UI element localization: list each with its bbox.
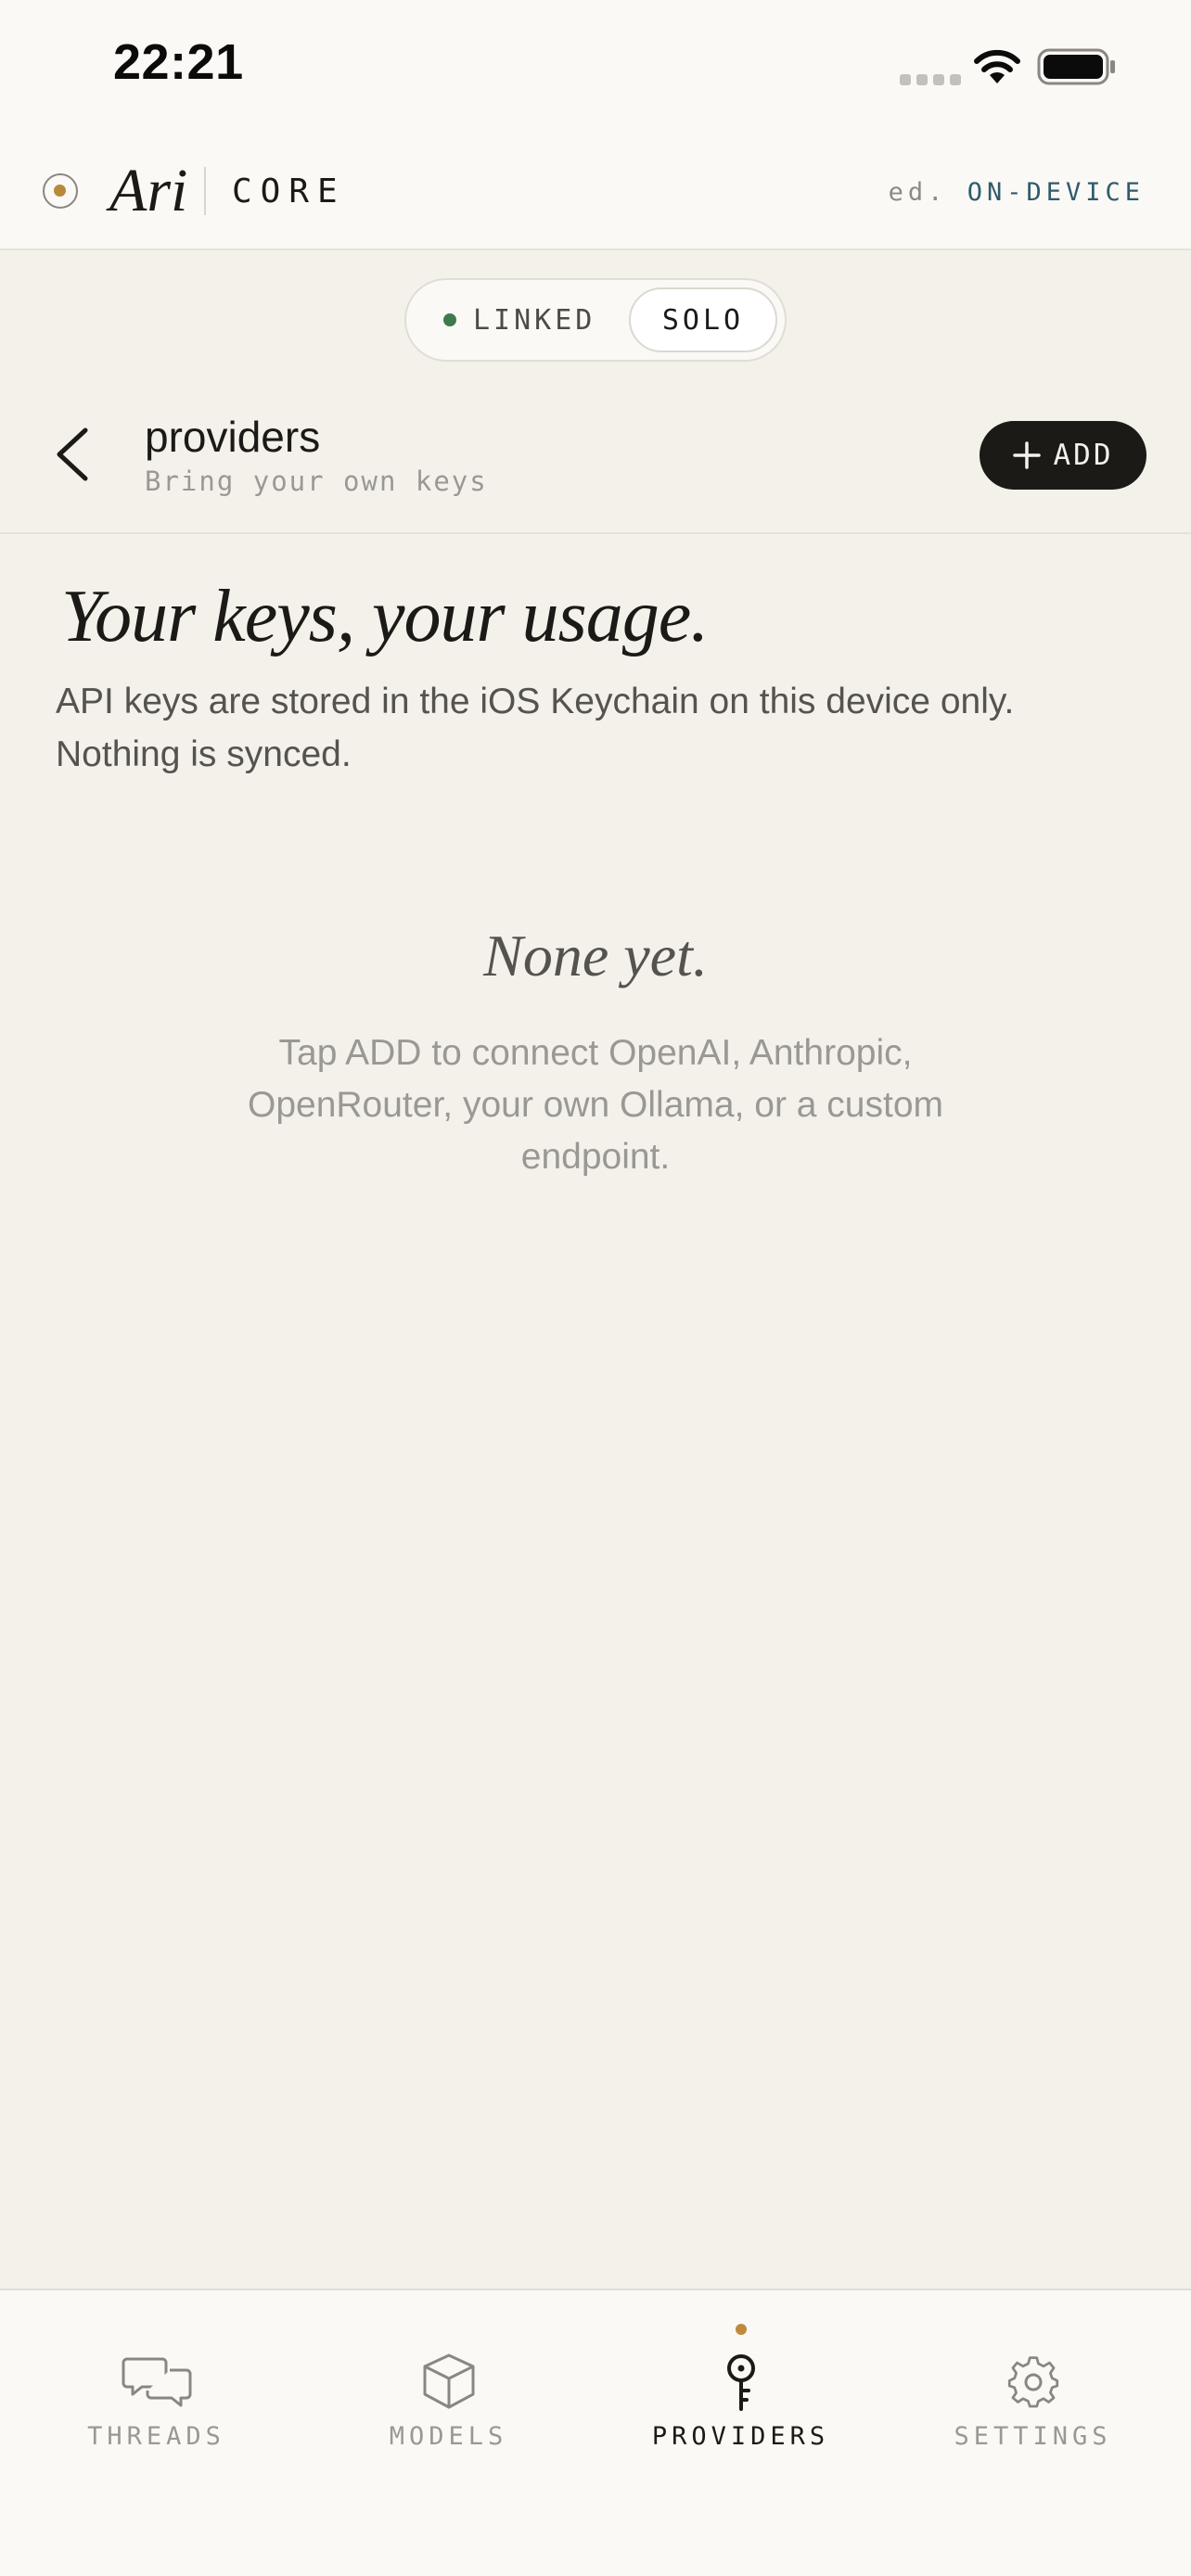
battery-icon: [1037, 48, 1115, 85]
tab-providers[interactable]: PROVIDERS: [592, 2290, 890, 2513]
page-subtitle: Bring your own keys: [145, 465, 488, 497]
divider: [0, 532, 1191, 534]
linked-status-dot-icon: [443, 313, 456, 326]
mode-solo-label: SOLO: [661, 303, 745, 337]
mode-solo-option[interactable]: SOLO: [629, 287, 777, 352]
tab-settings[interactable]: SETTINGS: [884, 2290, 1182, 2513]
active-tab-indicator: [735, 2324, 747, 2335]
key-icon: [726, 2354, 755, 2411]
wifi-icon: [974, 49, 1020, 83]
hero-title: Your keys, your usage.: [61, 576, 709, 657]
add-button-label: ADD: [1053, 439, 1114, 472]
tab-models-label: MODELS: [389, 2422, 508, 2451]
tab-settings-label: SETTINGS: [954, 2422, 1112, 2451]
back-chevron-icon[interactable]: [52, 427, 95, 482]
chat-bubbles-icon: [122, 2357, 191, 2407]
edition-prefix: ed.: [888, 178, 948, 207]
app-header: Ari CORE ed. ON-DEVICE: [0, 139, 1191, 250]
cube-icon: [423, 2353, 474, 2409]
status-time: 22:21: [113, 34, 244, 90]
tab-models[interactable]: MODELS: [300, 2290, 597, 2513]
tab-threads-label: THREADS: [87, 2422, 225, 2451]
edition-value: ON-DEVICE: [967, 178, 1145, 207]
mode-linked-option[interactable]: LINKED: [443, 280, 596, 360]
status-bar: 22:21: [0, 0, 1191, 139]
plus-icon: [1012, 441, 1041, 469]
empty-state-title: None yet.: [483, 923, 708, 988]
gear-icon: [1007, 2356, 1058, 2408]
empty-state-message: Tap ADD to connect OpenAI, Anthropic, Op…: [247, 1033, 943, 1177]
brand-subtitle: CORE: [232, 172, 346, 210]
mode-toggle: LINKED SOLO: [404, 278, 787, 362]
tab-threads[interactable]: THREADS: [7, 2290, 305, 2513]
tab-bar: THREADS MODELS PROVIDERS SETTINGS: [0, 2289, 1191, 2576]
tab-providers-label: PROVIDERS: [651, 2422, 830, 2451]
add-provider-button[interactable]: ADD: [980, 421, 1146, 490]
mode-linked-label: LINKED: [473, 303, 596, 337]
hero-description: API keys are stored in the iOS Keychain …: [56, 682, 1015, 774]
edition-label: ed. ON-DEVICE: [889, 178, 1145, 207]
page-title: providers: [145, 413, 321, 461]
brand-divider: [204, 167, 206, 215]
brand-name: Ari: [109, 157, 188, 224]
brand-dot-icon: [43, 173, 78, 209]
cellular-signal-icon: [900, 74, 961, 85]
